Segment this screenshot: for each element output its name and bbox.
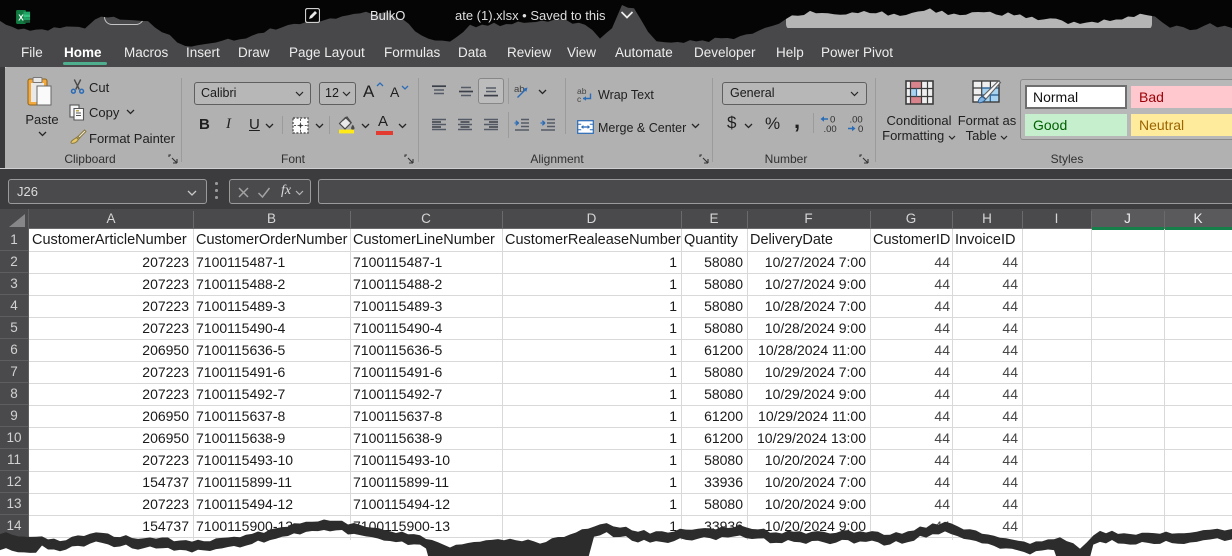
svg-text:X: X bbox=[18, 13, 24, 22]
